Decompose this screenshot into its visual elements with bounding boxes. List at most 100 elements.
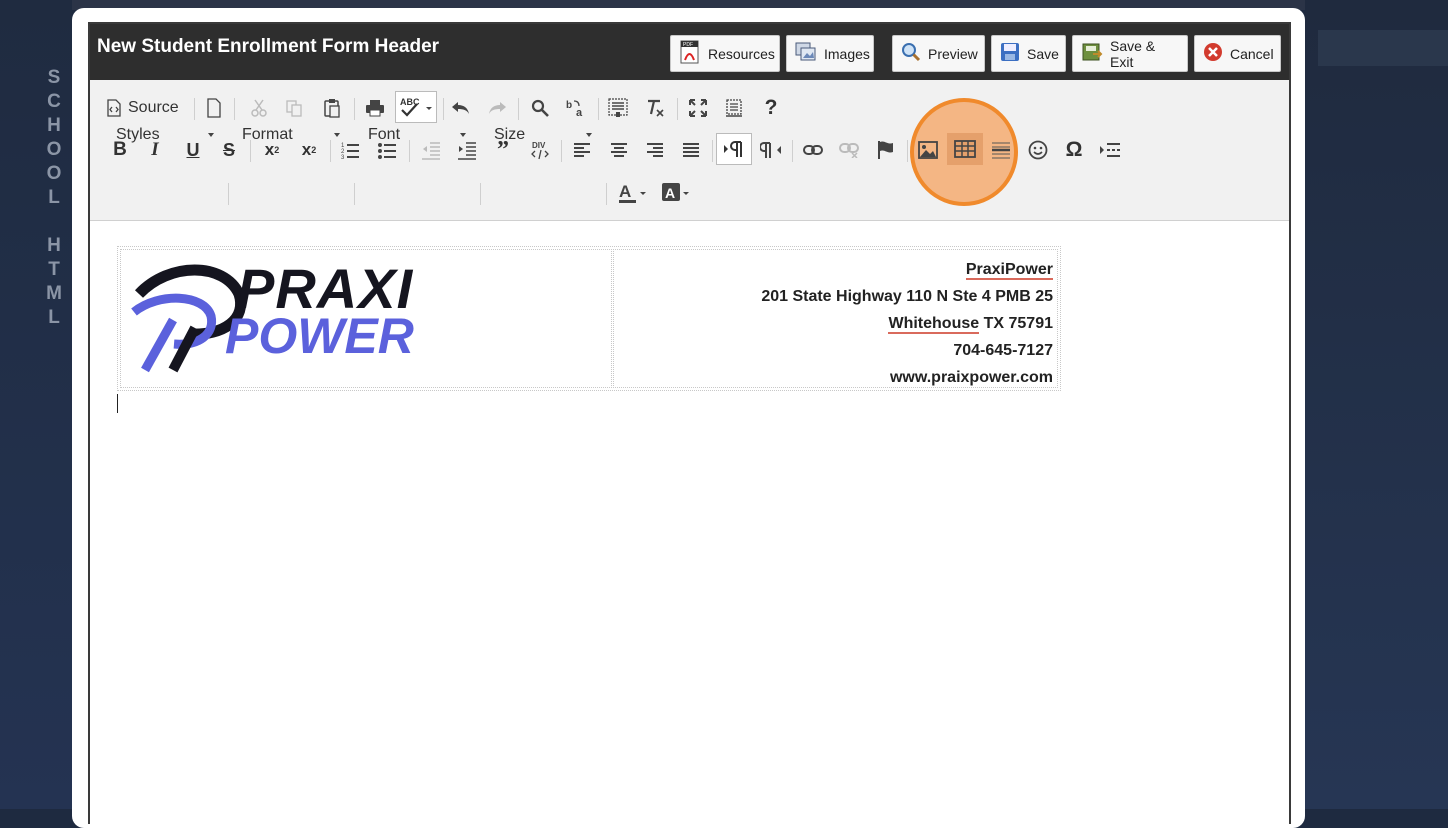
chevron-down-icon bbox=[208, 133, 214, 137]
website: www.praixpower.com bbox=[889, 369, 1053, 386]
svg-text:3: 3 bbox=[341, 155, 345, 160]
separator bbox=[598, 98, 599, 120]
brand-letter: T bbox=[48, 259, 60, 280]
format-dropdown[interactable]: Format bbox=[242, 122, 340, 148]
brand-letter: H bbox=[47, 235, 61, 256]
editor-titlebar: New Student Enrollment Form Header PDF R… bbox=[90, 24, 1289, 80]
separator bbox=[606, 183, 607, 205]
svg-text:A: A bbox=[665, 185, 675, 201]
separator bbox=[677, 98, 678, 120]
show-blocks-icon[interactable] bbox=[720, 94, 748, 122]
unlink-icon[interactable] bbox=[835, 136, 863, 164]
text-direction-rtl-icon[interactable] bbox=[757, 136, 785, 164]
save-button[interactable]: Save bbox=[991, 35, 1066, 72]
cancel-button[interactable]: Cancel bbox=[1194, 35, 1281, 72]
preview-label: Preview bbox=[928, 45, 978, 62]
link-icon[interactable] bbox=[799, 136, 827, 164]
align-right-icon[interactable] bbox=[641, 136, 669, 164]
justify-icon[interactable] bbox=[677, 136, 705, 164]
cancel-label: Cancel bbox=[1230, 45, 1274, 62]
svg-text:A: A bbox=[619, 182, 631, 201]
select-all-icon[interactable] bbox=[604, 94, 632, 122]
images-button[interactable]: Images bbox=[786, 35, 874, 72]
brand-letter: H bbox=[47, 115, 61, 136]
background-color-icon[interactable]: A bbox=[660, 179, 692, 207]
align-center-icon[interactable] bbox=[605, 136, 633, 164]
separator bbox=[518, 98, 519, 120]
page-break-icon[interactable] bbox=[1096, 136, 1124, 164]
numbered-list-icon[interactable]: 123 bbox=[336, 136, 364, 164]
smiley-icon[interactable] bbox=[1024, 136, 1052, 164]
styles-dropdown[interactable]: Styles bbox=[116, 122, 214, 148]
special-character-icon[interactable]: Ω bbox=[1060, 136, 1088, 164]
save-exit-icon bbox=[1081, 42, 1103, 65]
table-icon[interactable] bbox=[947, 133, 983, 165]
address-block: PraxiPower 201 State Highway 110 N Ste 4… bbox=[761, 256, 1053, 391]
redo-icon[interactable] bbox=[483, 94, 511, 122]
logo-cell[interactable]: PRAXI POWER bbox=[120, 249, 612, 388]
dialog-title: New Student Enrollment Form Header bbox=[97, 36, 440, 57]
strikethrough-icon[interactable]: S bbox=[215, 136, 243, 164]
chevron-down-icon bbox=[334, 133, 340, 137]
floppy-disk-icon bbox=[1000, 42, 1020, 65]
size-label: Size bbox=[494, 126, 526, 143]
replace-icon[interactable]: ba bbox=[562, 94, 590, 122]
maximize-icon[interactable] bbox=[684, 94, 712, 122]
separator bbox=[907, 140, 908, 162]
source-icon bbox=[106, 99, 122, 117]
address-cell[interactable]: PraxiPower 201 State Highway 110 N Ste 4… bbox=[613, 249, 1058, 388]
font-label: Font bbox=[368, 126, 401, 143]
new-page-icon[interactable] bbox=[200, 94, 228, 122]
image-icon[interactable] bbox=[914, 136, 942, 164]
cut-icon[interactable] bbox=[245, 94, 273, 122]
images-label: Images bbox=[824, 45, 870, 62]
font-dropdown[interactable]: Font bbox=[368, 122, 466, 148]
resources-button[interactable]: PDF Resources bbox=[670, 35, 780, 72]
spellcheck-button[interactable]: ABC bbox=[395, 91, 437, 123]
praxipower-logo: PRAXI POWER bbox=[129, 258, 459, 374]
save-and-exit-button[interactable]: Save & Exit bbox=[1072, 35, 1188, 72]
horizontal-rule-icon[interactable] bbox=[987, 136, 1015, 164]
text-color-icon[interactable]: A bbox=[617, 179, 649, 207]
header-table[interactable]: PRAXI POWER PraxiPower 201 State Highway… bbox=[117, 246, 1061, 391]
phone-number: 704-645-7127 bbox=[953, 342, 1053, 359]
svg-text:a: a bbox=[576, 107, 583, 118]
chevron-down-icon bbox=[460, 133, 466, 137]
street-address: 201 State Highway 110 N Ste 4 PMB 25 bbox=[761, 288, 1053, 305]
separator bbox=[443, 98, 444, 120]
school-html-brand: S C H O O L H T M L bbox=[44, 66, 64, 330]
size-dropdown[interactable]: Size bbox=[494, 122, 592, 148]
source-button[interactable]: Source bbox=[106, 94, 188, 122]
text-direction-ltr-icon[interactable] bbox=[716, 133, 752, 165]
find-icon[interactable] bbox=[526, 94, 554, 122]
brand-letter: L bbox=[48, 187, 60, 208]
print-icon[interactable] bbox=[361, 94, 389, 122]
svg-text:b: b bbox=[566, 100, 572, 111]
remove-format-icon[interactable] bbox=[641, 94, 669, 122]
source-label: Source bbox=[128, 99, 179, 116]
editor-content[interactable]: PRAXI POWER PraxiPower 201 State Highway… bbox=[90, 221, 1289, 821]
chevron-down-icon bbox=[586, 133, 592, 137]
separator bbox=[354, 183, 355, 205]
page-background-strip bbox=[1318, 30, 1448, 66]
save-exit-label: Save & Exit bbox=[1110, 37, 1156, 70]
copy-icon[interactable] bbox=[280, 94, 308, 122]
undo-icon[interactable] bbox=[447, 94, 475, 122]
anchor-flag-icon[interactable] bbox=[872, 136, 900, 164]
separator bbox=[354, 98, 355, 120]
state-zip: TX 75791 bbox=[983, 315, 1053, 332]
html-editor: New Student Enrollment Form Header PDF R… bbox=[88, 22, 1291, 824]
separator bbox=[480, 183, 481, 205]
images-icon bbox=[795, 42, 817, 65]
svg-text:PDF: PDF bbox=[683, 42, 693, 48]
help-icon[interactable]: ? bbox=[757, 94, 785, 122]
styles-label: Styles bbox=[116, 126, 160, 143]
format-label: Format bbox=[242, 126, 293, 143]
separator bbox=[792, 140, 793, 162]
brand-letter: M bbox=[46, 283, 62, 304]
paste-icon[interactable] bbox=[318, 94, 346, 122]
text-cursor bbox=[117, 394, 118, 413]
preview-button[interactable]: Preview bbox=[892, 35, 985, 72]
separator bbox=[234, 98, 235, 120]
editor-toolbar: Source ABC b a ? B I U S x 2 x 2 1 2 3 ”… bbox=[90, 80, 1289, 221]
